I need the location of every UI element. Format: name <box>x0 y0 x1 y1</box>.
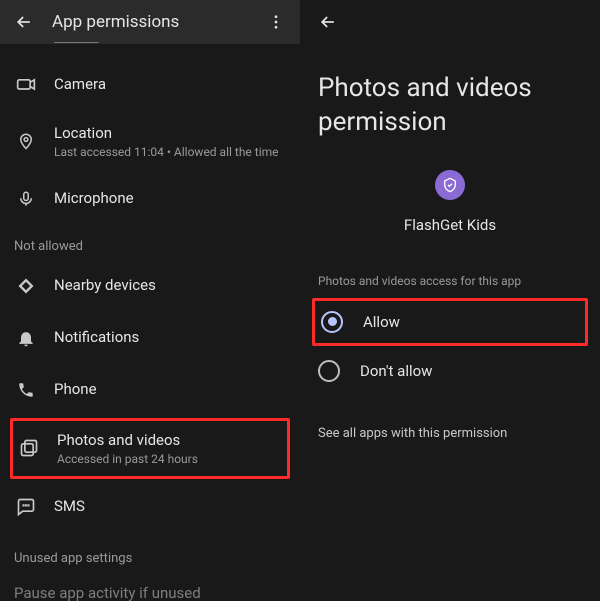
permission-name: Nearby devices <box>54 276 286 295</box>
radio-label: Don't allow <box>360 362 432 380</box>
permission-row-nearby[interactable]: Nearby devices <box>0 260 300 312</box>
pause-title: Pause app activity if unused <box>14 584 238 601</box>
sms-icon <box>14 495 38 519</box>
page-title: Photos and videos permission <box>300 44 600 150</box>
permission-name: Location <box>54 124 286 143</box>
location-icon <box>14 129 38 153</box>
permission-name <box>54 33 286 52</box>
notifications-icon <box>14 326 38 350</box>
permission-name: Microphone <box>54 189 286 208</box>
permission-row-phone[interactable]: Phone <box>0 364 300 416</box>
back-button[interactable] <box>314 8 342 36</box>
permission-name: Camera <box>54 75 286 94</box>
section-unused: Unused app settings <box>0 533 300 574</box>
permission-row-camera[interactable]: Camera <box>0 58 300 110</box>
permission-name: Phone <box>54 380 286 399</box>
permission-name: Notifications <box>54 328 286 347</box>
pause-app-activity-row[interactable]: Pause app activity if unused Remove perm… <box>0 574 300 601</box>
radio-dont-allow[interactable] <box>318 360 340 382</box>
radio-allow[interactable] <box>321 311 343 333</box>
permission-row-location[interactable]: Location Last accessed 11:04 • Allowed a… <box>0 110 300 173</box>
camera-icon <box>14 72 38 96</box>
radio-row-dont-allow[interactable]: Don't allow <box>300 346 600 396</box>
permission-row-sms[interactable]: SMS <box>0 481 300 533</box>
permission-name: Photos and videos <box>57 431 283 450</box>
permission-row-notifications[interactable]: Notifications <box>0 312 300 364</box>
app-icon <box>435 170 465 200</box>
permission-sub: Accessed in past 24 hours <box>57 452 283 466</box>
permission-sub: Last accessed 11:04 • Allowed all the ti… <box>54 145 286 159</box>
radio-row-allow[interactable]: Allow <box>312 298 588 346</box>
phone-icon <box>14 378 38 402</box>
radio-label: Allow <box>363 313 400 331</box>
app-name: FlashGet Kids <box>404 216 496 234</box>
permission-row-microphone[interactable]: Microphone <box>0 173 300 225</box>
permission-name: SMS <box>54 497 286 516</box>
access-label: Photos and videos access for this app <box>300 244 600 298</box>
see-all-apps-link[interactable]: See all apps with this permission <box>300 396 600 451</box>
permission-row-truncated[interactable] <box>0 30 300 58</box>
permission-row-photos[interactable]: Photos and videos Accessed in past 24 ho… <box>10 418 290 479</box>
section-not-allowed: Not allowed <box>0 225 300 260</box>
page-title: App permissions <box>38 12 262 32</box>
call-logs-icon <box>14 30 38 54</box>
nearby-devices-icon <box>14 274 38 298</box>
photos-icon <box>17 436 41 460</box>
microphone-icon <box>14 187 38 211</box>
